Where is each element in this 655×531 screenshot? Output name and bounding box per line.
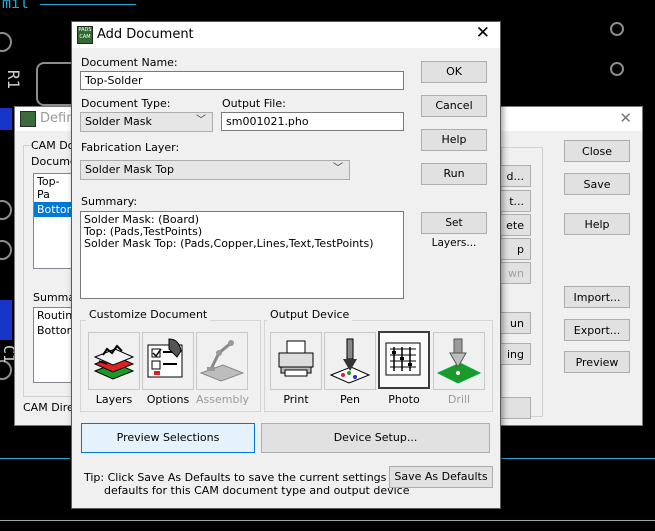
summary-line: Bottom: (37, 324, 82, 337)
fabrication-layer-label: Fabrication Layer: (81, 141, 180, 154)
assembly-button[interactable] (196, 332, 248, 390)
help-button[interactable]: Help (421, 129, 487, 151)
document-type-value: Solder Mask (85, 115, 152, 128)
document-type-select[interactable]: Solder Mask ﹀ (80, 112, 213, 132)
output-file-input[interactable]: sm001021.pho (221, 112, 404, 131)
list-item-selected[interactable]: Bottom- (34, 202, 81, 217)
tip-line: defaults for this CAM document type and … (104, 484, 410, 497)
document-name-label: Document Name: (81, 56, 178, 69)
pcb-trace (0, 520, 655, 521)
pcb-pad (0, 240, 12, 260)
title-bar[interactable]: PADS CAM Add Document ✕ (72, 22, 500, 48)
device-setup-button[interactable]: Device Setup... (261, 423, 490, 453)
help-button[interactable]: Help (564, 213, 630, 235)
list-item[interactable]: Top-Pa (34, 174, 74, 202)
pcb-pad (610, 22, 624, 36)
document-type-label: Document Type: (81, 97, 171, 110)
summary-label: Summary: (81, 195, 138, 208)
summary-box: Routing Bottom: (33, 307, 82, 383)
pads-app-icon: PADS CAM (77, 26, 93, 44)
cancel-button[interactable]: Cancel (421, 95, 487, 117)
fabrication-layer-select[interactable]: Solder Mask Top ﹀ (80, 160, 350, 180)
close-icon[interactable]: ✕ (476, 23, 490, 43)
drill-button[interactable] (433, 332, 485, 390)
layers-caption: Layers (95, 393, 133, 406)
options-icon (147, 338, 183, 378)
pcb-pad (0, 200, 12, 220)
pcb-trace (0, 300, 12, 340)
photo-button[interactable] (378, 331, 430, 389)
pcb-pad (0, 32, 12, 52)
pen-plotter-icon (329, 338, 371, 384)
cam-doc-label: CAM Do (31, 139, 75, 152)
export-button[interactable]: Export... (564, 319, 630, 341)
set-layers-button[interactable]: Set Layers... (421, 212, 487, 249)
layers-icon (93, 344, 135, 380)
output-device-title: Output Device (267, 308, 353, 321)
assembly-caption: Assembly (196, 393, 250, 406)
close-button[interactable]: Close (564, 140, 630, 162)
preview-button[interactable]: Preview (564, 351, 630, 373)
tip-text: Tip: Click Save As Defaults to save the … (84, 471, 424, 497)
save-button[interactable]: Save (564, 173, 630, 195)
add-document-dialog: PADS CAM Add Document ✕ Document Name: To… (71, 21, 501, 509)
photo-caption: Photo (388, 393, 420, 406)
save-as-defaults-button[interactable]: Save As Defaults (389, 466, 493, 488)
pen-button[interactable] (324, 332, 376, 390)
options-caption: Options (146, 393, 190, 406)
ok-button[interactable]: OK (421, 61, 487, 83)
photo-plotter-icon (385, 342, 421, 376)
summary-line: Solder Mask Top: (Pads,Copper,Lines,Text… (84, 237, 374, 250)
summary-box: Solder Mask: (Board) Top: (Pads,TestPoin… (80, 211, 404, 299)
summary-line: Routing (37, 309, 80, 322)
app-icon (20, 111, 36, 127)
dialog-title: Add Document (97, 27, 194, 42)
pcb-dimension-line (40, 4, 136, 5)
drill-icon (436, 338, 482, 384)
options-button[interactable] (142, 332, 194, 390)
pen-caption: Pen (340, 393, 360, 406)
chevron-down-icon: ﹀ (196, 115, 206, 126)
pcb-label-r1: R1 (4, 69, 24, 90)
printer-icon (278, 340, 314, 377)
pcb-trace (498, 458, 655, 459)
document-name-input[interactable]: Top-Solder (80, 71, 404, 90)
layers-button[interactable] (88, 332, 140, 390)
preview-selections-button[interactable]: Preview Selections (81, 423, 255, 453)
customize-document-title: Customize Document (86, 308, 211, 321)
pcb-label-mil: mil (2, 0, 30, 12)
document-list[interactable]: Top-Pa Bottom- (33, 173, 81, 269)
output-file-label: Output File: (222, 97, 286, 110)
run-button[interactable]: Run (421, 163, 487, 185)
fabrication-layer-value: Solder Mask Top (85, 163, 174, 176)
pcb-trace (0, 458, 70, 459)
import-button[interactable]: Import... (564, 286, 630, 308)
pcb-trace (0, 108, 12, 130)
print-caption: Print (283, 393, 309, 406)
pcb-pad (610, 62, 624, 76)
print-button[interactable] (270, 332, 322, 390)
tip-line: Tip: Click Save As Defaults to save the … (84, 471, 424, 484)
assembly-icon (199, 340, 245, 382)
close-icon[interactable]: ✕ (619, 109, 632, 127)
chevron-down-icon: ﹀ (333, 163, 343, 174)
drill-caption: Drill (447, 393, 471, 406)
